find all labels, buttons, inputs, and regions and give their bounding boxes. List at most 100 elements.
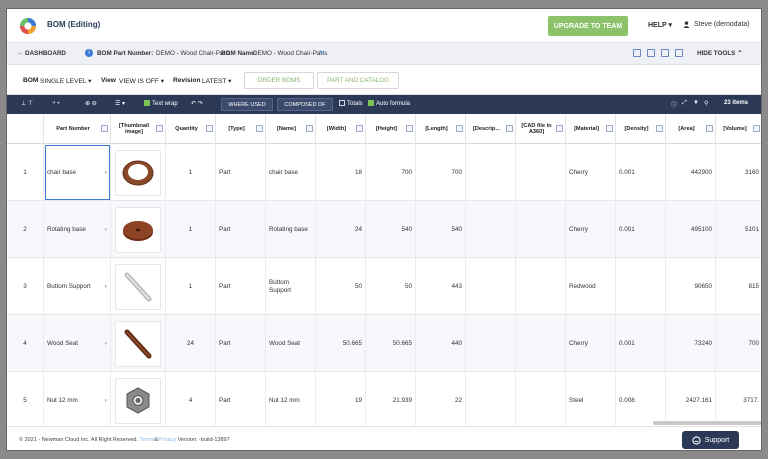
type[interactable]: Part xyxy=(216,258,266,315)
width[interactable]: 18 xyxy=(316,144,366,201)
thumbnail-image[interactable] xyxy=(115,377,161,424)
name[interactable]: Wood Seat xyxy=(266,315,316,372)
table-row[interactable]: 3 Buttom Support ▾ 1 Part Buttom Support … xyxy=(7,258,761,315)
filter-icon[interactable] xyxy=(206,125,213,132)
filter-icon[interactable] xyxy=(556,125,563,132)
quantity[interactable]: 1 xyxy=(166,201,216,258)
description[interactable] xyxy=(466,201,516,258)
part-catalog-button[interactable]: PART AND CATALOG xyxy=(317,72,399,89)
length[interactable]: 443 xyxy=(416,258,466,315)
filter-icon[interactable] xyxy=(101,125,108,132)
length[interactable]: 540 xyxy=(416,201,466,258)
thumbnail-image[interactable] xyxy=(115,206,161,253)
density[interactable]: 0.001 xyxy=(616,144,666,201)
table-row[interactable]: 4 Wood Seat ▾ 24 Part Wood Seat 50.665 50… xyxy=(7,315,761,372)
insert-column-icon[interactable]: ⫞ ⫟ xyxy=(52,100,60,107)
thumbnail-image[interactable] xyxy=(115,263,161,310)
table-row[interactable]: 1 chair base ▾ 1 Part chair base 18 700 7… xyxy=(7,144,761,201)
name[interactable]: Rotating base xyxy=(266,201,316,258)
thumbnail-image[interactable] xyxy=(115,149,161,196)
filter-icon[interactable] xyxy=(406,125,413,132)
col-width[interactable]: [Width] xyxy=(316,114,366,144)
view-select[interactable]: VIEW IS OFF ▾ xyxy=(119,77,164,85)
export-icon[interactable] xyxy=(633,49,641,57)
type[interactable]: Part xyxy=(216,201,266,258)
table-row[interactable]: 5 Nut 12 mm ▾ 4 Part Nut 12 mm 19 21.939 … xyxy=(7,372,761,426)
auto-formula-toggle[interactable]: Auto formula xyxy=(368,100,410,107)
col-material[interactable]: [Material] xyxy=(566,114,616,144)
col-name[interactable]: [Name] xyxy=(266,114,316,144)
filter-icon[interactable] xyxy=(356,125,363,132)
chevron-down-icon[interactable]: ▾ xyxy=(104,341,107,347)
undo-redo-icon[interactable]: ↶ ↷ xyxy=(191,100,203,107)
quantity[interactable]: 24 xyxy=(166,315,216,372)
quantity[interactable]: 1 xyxy=(166,258,216,315)
cad-file[interactable] xyxy=(516,201,566,258)
filter-icon[interactable] xyxy=(753,125,760,132)
density[interactable] xyxy=(616,258,666,315)
name[interactable]: chair base xyxy=(266,144,316,201)
filter-icon[interactable] xyxy=(656,125,663,132)
length[interactable]: 440 xyxy=(416,315,466,372)
col-height[interactable]: [Height] xyxy=(366,114,416,144)
auto-formula-checkbox[interactable] xyxy=(368,100,374,106)
width[interactable]: 50.665 xyxy=(316,315,366,372)
cad-file[interactable] xyxy=(516,372,566,426)
chevron-down-icon[interactable]: ▾ xyxy=(104,398,107,404)
description[interactable] xyxy=(466,372,516,426)
support-button[interactable]: Support xyxy=(682,431,739,449)
composed-of-button[interactable]: COMPOSED OF xyxy=(277,98,333,111)
col-type[interactable]: [Type] xyxy=(216,114,266,144)
description[interactable] xyxy=(466,144,516,201)
material[interactable]: Cherry xyxy=(566,315,616,372)
filter-icon[interactable] xyxy=(306,125,313,132)
description[interactable] xyxy=(466,315,516,372)
area[interactable]: 442900 xyxy=(666,144,716,201)
col-quantity[interactable]: Quantity xyxy=(166,114,216,144)
text-wrap-checkbox[interactable] xyxy=(144,100,150,106)
col-part-number[interactable]: Part Number xyxy=(44,114,111,144)
material[interactable]: Cherry xyxy=(566,201,616,258)
density[interactable]: 0.001 xyxy=(616,315,666,372)
cad-file[interactable] xyxy=(516,258,566,315)
col-length[interactable]: [Length] xyxy=(416,114,466,144)
material[interactable]: Cherry xyxy=(566,144,616,201)
share-icon[interactable] xyxy=(661,49,669,57)
name[interactable]: Nut 12 mm xyxy=(266,372,316,426)
type[interactable]: Part xyxy=(216,372,266,426)
col-description[interactable]: [Descrip... xyxy=(466,114,516,144)
totals-toggle[interactable]: Totals xyxy=(339,100,363,107)
material[interactable]: Redwood xyxy=(566,258,616,315)
part-number-cell[interactable]: Rotating base ▾ xyxy=(44,201,111,258)
terms-link[interactable]: Terms xyxy=(139,437,154,443)
thumbnail-cell[interactable] xyxy=(111,372,166,426)
area[interactable]: 495100 xyxy=(666,201,716,258)
width[interactable]: 50 xyxy=(316,258,366,315)
col-cad-file[interactable]: [CAD file in A360] xyxy=(516,114,566,144)
cad-file[interactable] xyxy=(516,144,566,201)
chevron-down-icon[interactable]: ▾ xyxy=(104,227,107,233)
volume[interactable]: 5101 xyxy=(716,201,761,258)
quantity[interactable]: 1 xyxy=(166,144,216,201)
edit-pencil-icon[interactable]: ✎ xyxy=(319,50,324,57)
width[interactable]: 19 xyxy=(316,372,366,426)
text-wrap-toggle[interactable]: Text wrap xyxy=(144,100,178,107)
filter-icon[interactable] xyxy=(506,125,513,132)
expand-icon[interactable]: ⤢ xyxy=(682,100,687,107)
area[interactable]: 2427.161 xyxy=(666,372,716,426)
filter-icon[interactable]: ▼ xyxy=(693,100,699,106)
thumbnail-cell[interactable] xyxy=(111,201,166,258)
area[interactable]: 73240 xyxy=(666,315,716,372)
where-used-button[interactable]: WHERE USED xyxy=(221,98,273,111)
volume[interactable]: 700 xyxy=(716,315,761,372)
filter-icon[interactable] xyxy=(256,125,263,132)
thumbnail-cell[interactable] xyxy=(111,144,166,201)
volume[interactable]: 3160 xyxy=(716,144,761,201)
col-volume[interactable]: [Volume] xyxy=(716,114,761,144)
height[interactable]: 50.665 xyxy=(366,315,416,372)
description[interactable] xyxy=(466,258,516,315)
hide-tools-button[interactable]: HIDE TOOLS ⌃ xyxy=(697,50,742,57)
part-number-cell[interactable]: Buttom Support ▾ xyxy=(44,258,111,315)
type[interactable]: Part xyxy=(216,144,266,201)
height[interactable]: 540 xyxy=(366,201,416,258)
